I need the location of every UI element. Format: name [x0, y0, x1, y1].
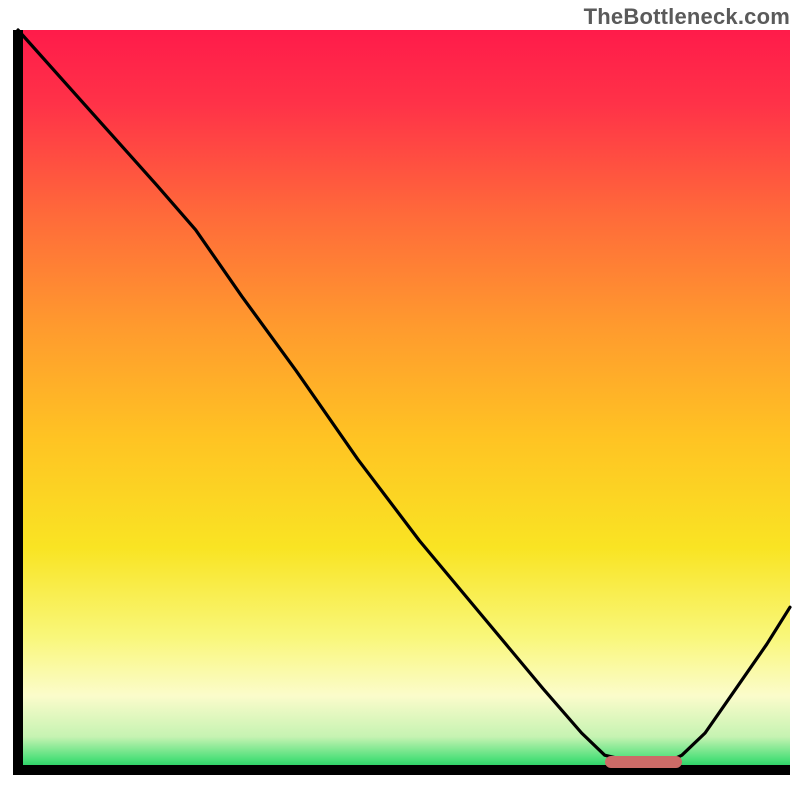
plot-background: [18, 30, 790, 770]
bottleneck-chart: [0, 0, 800, 800]
optimal-range-marker: [605, 756, 682, 768]
chart-container: TheBottleneck.com: [0, 0, 800, 800]
